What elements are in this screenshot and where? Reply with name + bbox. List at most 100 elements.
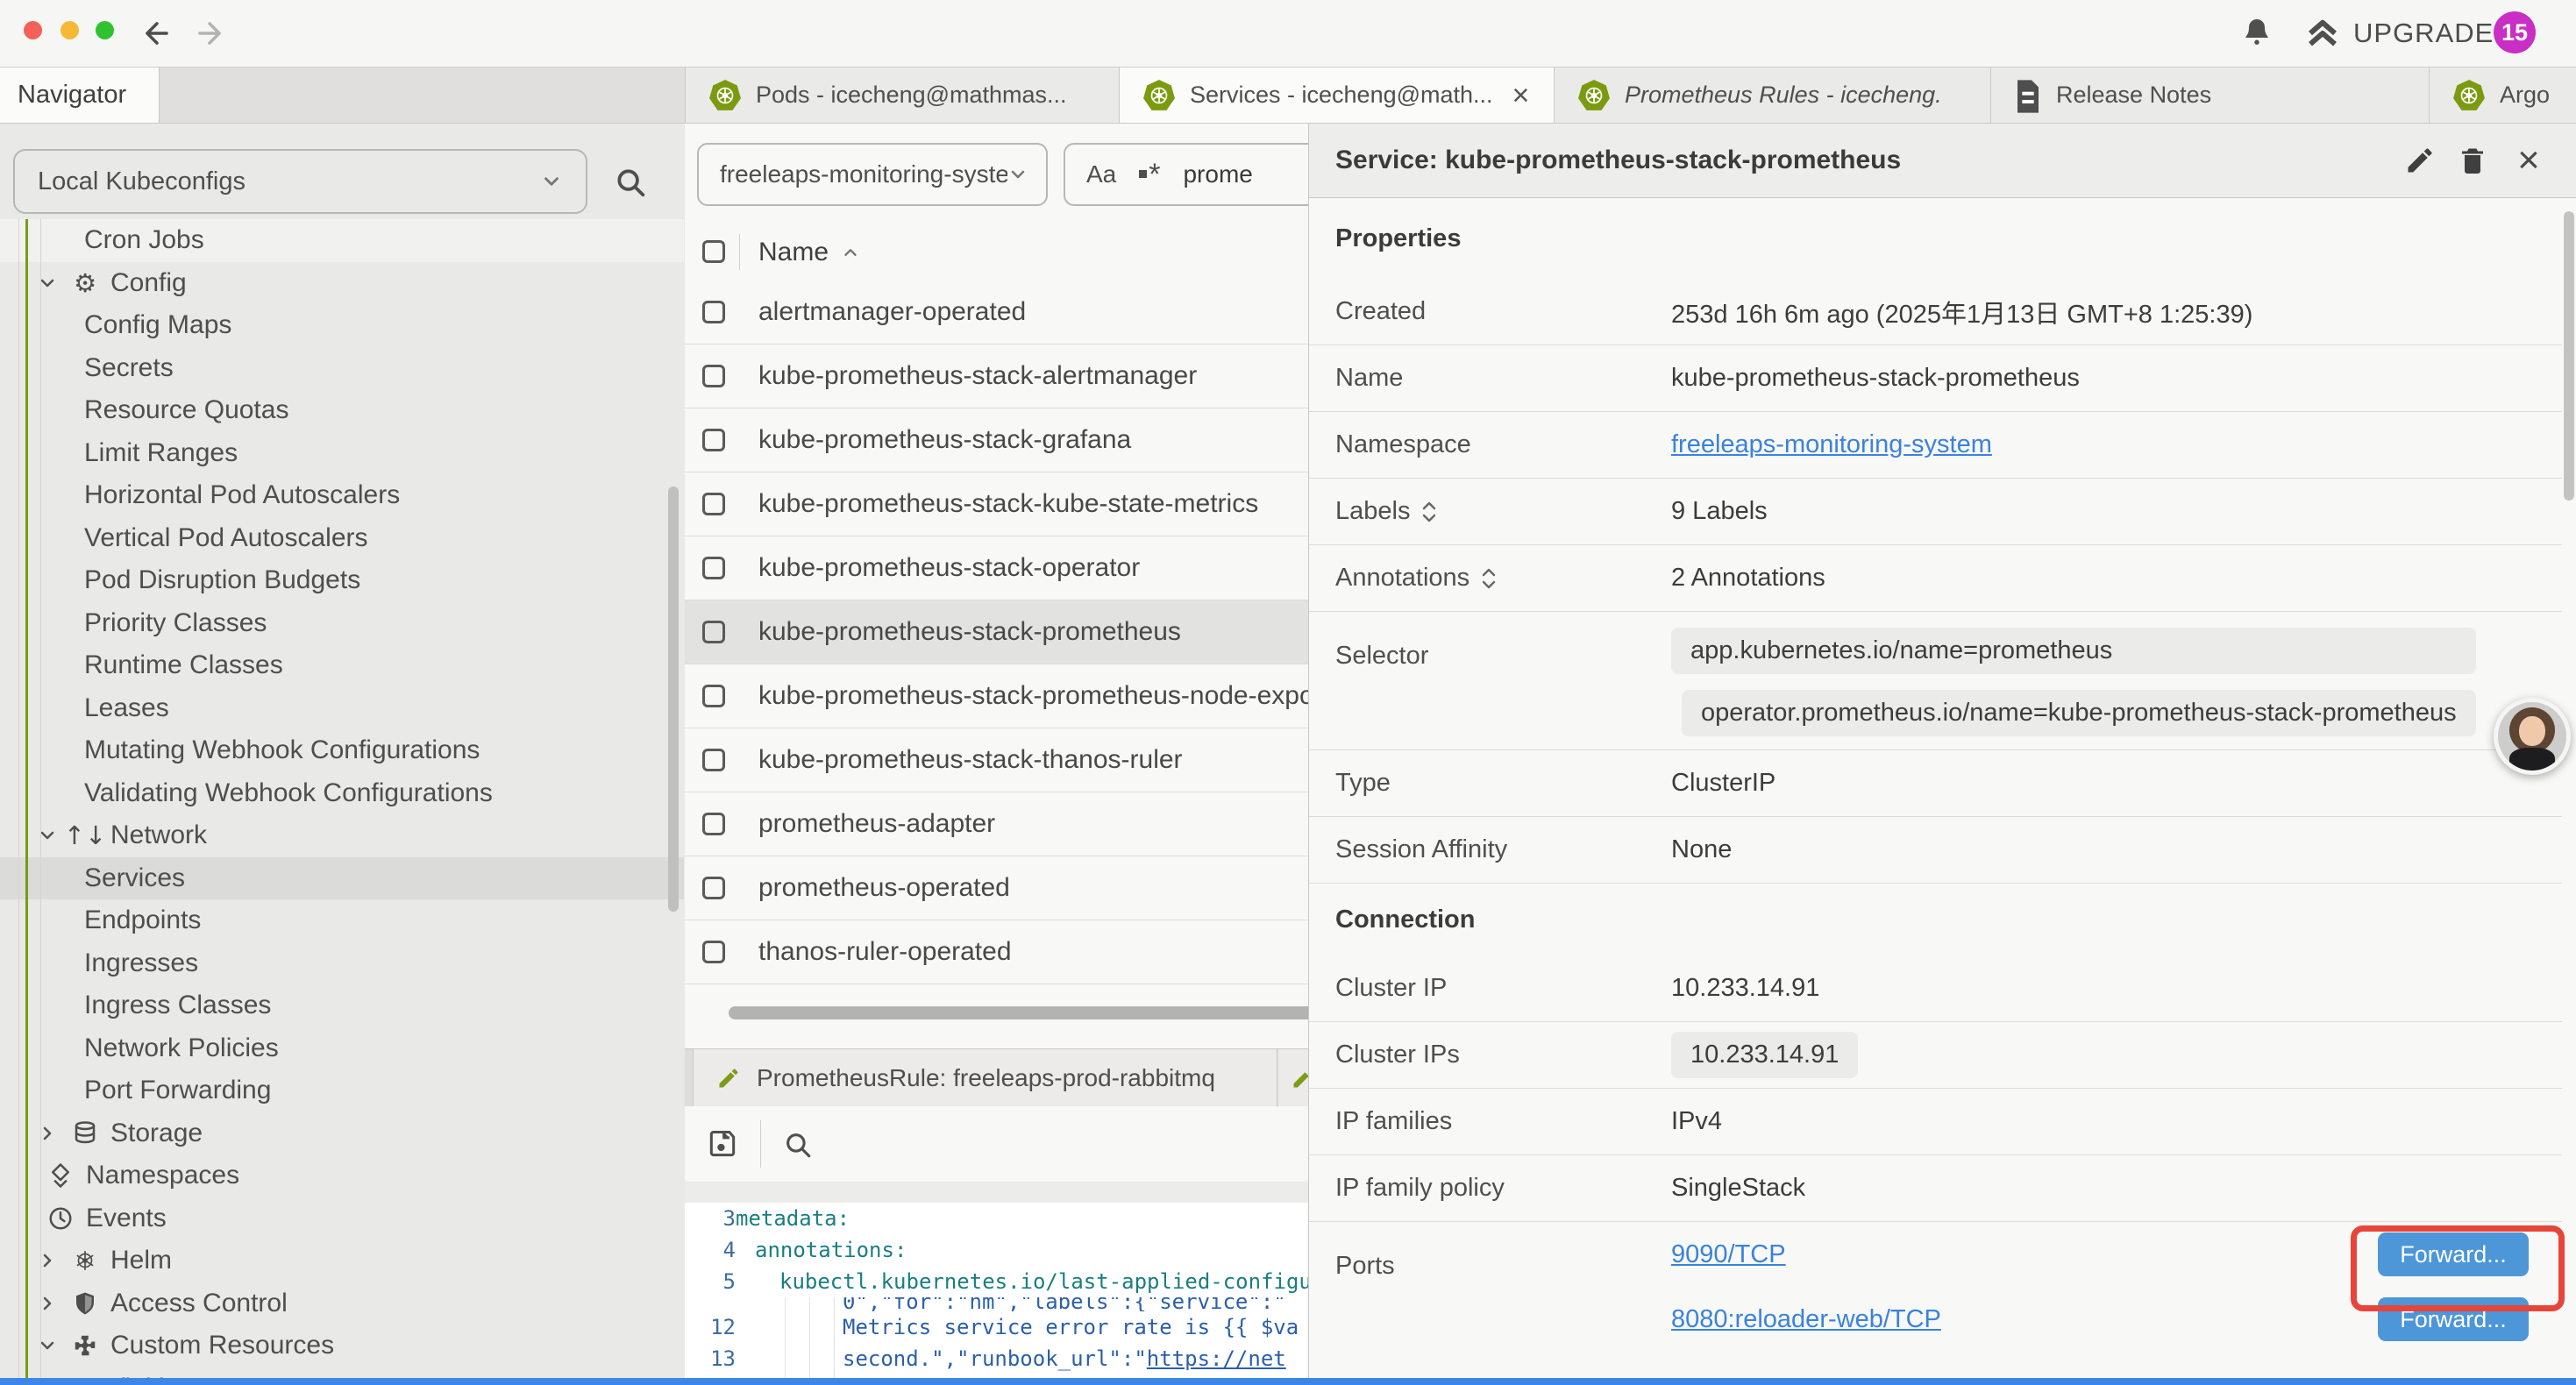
port-link[interactable]: 9090/TCP: [1671, 1240, 1786, 1269]
tab-prometheus-rules-icecheng[interactable]: Prometheus Rules - icecheng...: [1555, 67, 1991, 123]
table-row-kube-prometheus-stack-thanos-ruler[interactable]: kube-prometheus-stack-thanos-ruler: [685, 728, 1308, 792]
notification-count-badge[interactable]: 15: [2494, 11, 2536, 53]
yaml-editor[interactable]: 3metadata:4annotations:5kubectl.kubernet…: [685, 1203, 1308, 1385]
table-row-kube-prometheus-stack-grafana[interactable]: kube-prometheus-stack-grafana: [685, 408, 1308, 472]
table-row-thanos-ruler-operated[interactable]: thanos-ruler-operated: [685, 920, 1308, 984]
port-link[interactable]: 8080:reloader-web/TCP: [1671, 1305, 1941, 1334]
notifications-bell-icon[interactable]: [2241, 17, 2273, 50]
table-row-alertmanager-operated[interactable]: alertmanager-operated: [685, 281, 1308, 344]
select-all-checkbox[interactable]: [702, 240, 725, 263]
chevron-down-icon[interactable]: [37, 1335, 58, 1356]
table-row-prometheus-operated[interactable]: prometheus-operated: [685, 856, 1308, 920]
upgrade-button[interactable]: UPGRADE: [2304, 12, 2494, 54]
sidebar-item-mutating-webhook-configurations[interactable]: Mutating Webhook Configurations: [0, 729, 684, 772]
forward-button-highlighted[interactable]: Forward...: [2378, 1232, 2529, 1276]
sidebar-item-ingress-classes[interactable]: Ingress Classes: [0, 984, 684, 1027]
delete-trash-icon[interactable]: [2457, 145, 2488, 176]
navigator-panel-tab[interactable]: Navigator: [0, 67, 160, 123]
sidebar-item-cron-jobs[interactable]: Cron Jobs: [0, 219, 684, 262]
nav-forward-button[interactable]: [193, 17, 226, 50]
detail-value: 9 Labels: [1671, 497, 1768, 526]
expand-collapse-icon[interactable]: [1480, 565, 1498, 592]
sidebar-item-events[interactable]: Events: [0, 1197, 684, 1240]
expand-collapse-icon[interactable]: [1420, 499, 1438, 525]
table-row-prometheus-adapter[interactable]: prometheus-adapter: [685, 792, 1308, 856]
forward-button[interactable]: Forward...: [2378, 1297, 2529, 1341]
sidebar-item-pod-disruption-budgets[interactable]: Pod Disruption Budgets: [0, 559, 684, 602]
sidebar-item-limit-ranges[interactable]: Limit Ranges: [0, 432, 684, 475]
row-checkbox[interactable]: [702, 813, 725, 835]
tab-argo-se[interactable]: Argo Se: [2430, 67, 2576, 123]
editor-search-icon[interactable]: [783, 1130, 813, 1160]
list-toolbar: freeleaps-monitoring-system Aa * prome: [685, 124, 1308, 224]
tab-release-notes[interactable]: Release Notes: [1991, 67, 2430, 123]
sidebar-item-network-policies[interactable]: Network Policies: [0, 1027, 684, 1070]
maximize-window-button[interactable]: [96, 21, 114, 39]
sidebar-item-vertical-pod-autoscalers[interactable]: Vertical Pod Autoscalers: [0, 517, 684, 560]
row-checkbox[interactable]: [702, 941, 725, 963]
editor-tab-partial[interactable]: [1278, 1049, 1308, 1106]
user-avatar[interactable]: [2494, 698, 2571, 775]
sidebar-item-validating-webhook-configurations[interactable]: Validating Webhook Configurations: [0, 772, 684, 815]
tab-pods-icecheng-mathmas[interactable]: Pods - icecheng@mathmas...: [685, 67, 1120, 123]
table-row-kube-prometheus-stack-operator[interactable]: kube-prometheus-stack-operator: [685, 536, 1308, 600]
editor-tab-prometheusrule[interactable]: PrometheusRule: freeleaps-prod-rabbitmq: [693, 1049, 1277, 1106]
row-checkbox[interactable]: [702, 493, 725, 515]
sidebar-item-port-forwarding[interactable]: Port Forwarding: [0, 1069, 684, 1112]
row-checkbox[interactable]: [702, 301, 725, 323]
chevron-right-icon[interactable]: [37, 1250, 58, 1271]
sidebar-item-config-maps[interactable]: Config Maps: [0, 304, 684, 347]
sidebar-scrollbar[interactable]: [668, 487, 679, 912]
kubeconfig-dropdown[interactable]: Local Kubeconfigs: [13, 149, 587, 214]
sidebar-item-access-control[interactable]: Access Control: [0, 1282, 684, 1325]
sidebar-item-helm[interactable]: Helm: [0, 1239, 684, 1282]
sidebar-item-secrets[interactable]: Secrets: [0, 347, 684, 390]
minimize-window-button[interactable]: [60, 21, 79, 39]
row-checkbox[interactable]: [702, 877, 725, 899]
horizontal-scrollbar[interactable]: [729, 1006, 1308, 1019]
list-search-input[interactable]: Aa * prome: [1064, 143, 1308, 206]
code-link[interactable]: https://net: [1147, 1346, 1286, 1371]
sidebar-item-endpoints[interactable]: Endpoints: [0, 899, 684, 942]
namespace-filter-dropdown[interactable]: freeleaps-monitoring-system: [697, 143, 1048, 206]
close-window-button[interactable]: [24, 21, 42, 39]
row-checkbox[interactable]: [702, 749, 725, 771]
edit-pencil-icon[interactable]: [2404, 145, 2436, 176]
table-row-kube-prometheus-stack-alertmanager[interactable]: kube-prometheus-stack-alertmanager: [685, 344, 1308, 408]
table-row-kube-prometheus-stack-prometheus-node-exporter[interactable]: kube-prometheus-stack-prometheus-node-ex…: [685, 664, 1308, 728]
sidebar-item-horizontal-pod-autoscalers[interactable]: Horizontal Pod Autoscalers: [0, 474, 684, 517]
chevron-right-icon[interactable]: [37, 1123, 58, 1144]
search-icon[interactable]: [614, 166, 647, 199]
chevron-down-icon[interactable]: [37, 273, 58, 294]
sidebar-item-namespaces[interactable]: Namespaces: [0, 1154, 684, 1197]
sidebar-item-storage[interactable]: Storage: [0, 1112, 684, 1155]
chevron-right-icon[interactable]: [37, 1293, 58, 1314]
table-row-kube-prometheus-stack-kube-state-metrics[interactable]: kube-prometheus-stack-kube-state-metrics: [685, 472, 1308, 536]
sidebar-item-priority-classes[interactable]: Priority Classes: [0, 602, 684, 645]
match-case-toggle[interactable]: Aa: [1086, 160, 1116, 188]
close-icon[interactable]: ×: [2513, 145, 2544, 176]
sidebar-item-network[interactable]: ↑↓Network: [0, 814, 684, 857]
row-checkbox[interactable]: [702, 621, 725, 643]
nav-back-button[interactable]: [140, 17, 174, 50]
table-row-kube-prometheus-stack-prometheus[interactable]: kube-prometheus-stack-prometheus: [685, 600, 1308, 664]
row-checkbox[interactable]: [702, 685, 725, 707]
row-checkbox[interactable]: [702, 365, 725, 387]
regex-toggle[interactable]: *: [1139, 166, 1160, 183]
sidebar-item-runtime-classes[interactable]: Runtime Classes: [0, 644, 684, 687]
save-icon[interactable]: [706, 1127, 739, 1161]
close-tab-icon[interactable]: ×: [1512, 81, 1530, 110]
sidebar-item-custom-resources[interactable]: Custom Resources: [0, 1325, 684, 1367]
column-header-name[interactable]: Name: [758, 224, 860, 281]
sidebar-item-config[interactable]: ⚙Config: [0, 262, 684, 305]
detail-link[interactable]: freeleaps-monitoring-system: [1671, 430, 1992, 459]
sidebar-item-resource-quotas[interactable]: Resource Quotas: [0, 389, 684, 432]
sidebar-item-ingresses[interactable]: Ingresses: [0, 942, 684, 985]
row-checkbox[interactable]: [702, 557, 725, 579]
chevron-down-icon[interactable]: [37, 825, 58, 846]
tab-services-icecheng-math[interactable]: Services - icecheng@math...×: [1120, 67, 1555, 123]
row-checkbox[interactable]: [702, 429, 725, 451]
detail-scrollbar[interactable]: [2564, 211, 2574, 501]
sidebar-item-leases[interactable]: Leases: [0, 687, 684, 730]
sidebar-item-services[interactable]: Services: [0, 857, 684, 900]
